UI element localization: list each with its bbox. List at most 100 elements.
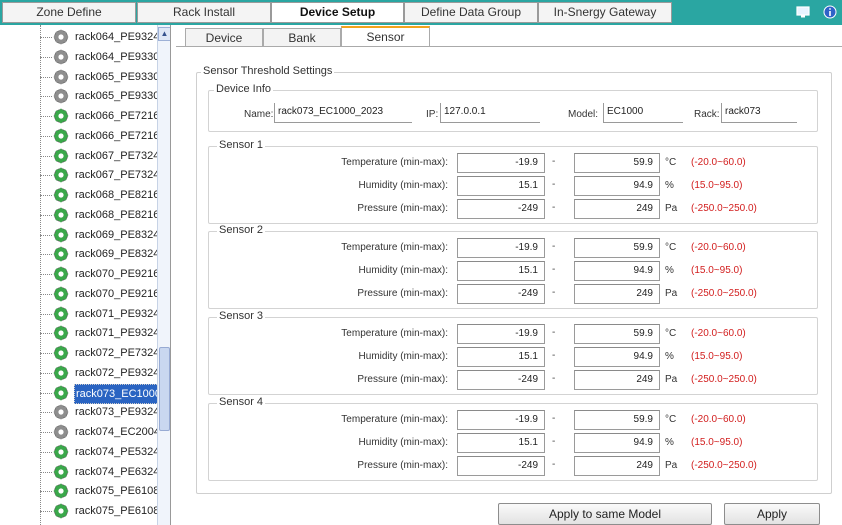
max-value-input[interactable]: 249	[574, 370, 660, 390]
max-value-input[interactable]: 59.9	[574, 238, 660, 258]
gear-device-icon	[53, 464, 69, 479]
max-value-input[interactable]: 94.9	[574, 347, 660, 367]
tree-node[interactable]: rack070_PE9216	[40, 264, 160, 284]
min-value-input[interactable]: -19.9	[457, 153, 545, 173]
tree-node-label: rack065_PE9330	[75, 90, 160, 103]
apply-to-same-model-button[interactable]: Apply to same Model	[498, 503, 712, 525]
top-menu-bar: Zone Define Rack Install Device Setup De…	[0, 0, 842, 25]
gear-device-icon	[53, 49, 69, 64]
menu-rack-install[interactable]: Rack Install	[137, 2, 271, 23]
tree-node[interactable]: rack073_EC1000	[40, 383, 164, 404]
tree-node[interactable]: rack075_PE6108	[40, 481, 160, 501]
tree-node-label: rack075_PE6108	[75, 485, 160, 498]
tree-node[interactable]: rack072_PE9324	[40, 363, 160, 383]
max-value-input[interactable]: 94.9	[574, 433, 660, 453]
tree-node[interactable]: rack074_PE5324	[40, 442, 160, 462]
tree-node[interactable]: rack070_PE9216	[40, 284, 160, 304]
max-value-input[interactable]: 249	[574, 456, 660, 476]
max-value-input[interactable]: 59.9	[574, 324, 660, 344]
tree-node-label: rack069_PE8324	[75, 228, 160, 241]
tree-node[interactable]: rack069_PE8324	[40, 225, 160, 245]
ip-field[interactable]: 127.0.0.1	[440, 103, 540, 123]
sensor-title: Sensor 1	[217, 139, 266, 151]
tree-node[interactable]: rack073_PE9324	[40, 402, 160, 422]
range-dash: -	[552, 179, 556, 190]
menu-define-data-group[interactable]: Define Data Group	[404, 2, 538, 23]
monitor-icon[interactable]	[796, 5, 810, 19]
tree-node[interactable]: rack075_PE6108	[40, 501, 160, 521]
min-value-input[interactable]: -249	[457, 199, 545, 219]
tree-branch-line	[40, 471, 52, 473]
min-value-input[interactable]: 15.1	[457, 176, 545, 196]
min-value-input[interactable]: -19.9	[457, 324, 545, 344]
gear-device-icon	[53, 89, 69, 104]
max-value-input[interactable]: 249	[574, 284, 660, 304]
tree-node-label: rack068_PE8216	[75, 208, 160, 221]
info-icon[interactable]	[823, 5, 837, 19]
tree-node[interactable]: rack067_PE7324	[40, 146, 160, 166]
min-value-input[interactable]: 15.1	[457, 433, 545, 453]
max-value-input[interactable]: 249	[574, 199, 660, 219]
unit-label: %	[665, 265, 674, 276]
unit-label: Pa	[665, 374, 678, 385]
tree-node-label: rack064_PE9324	[75, 31, 160, 43]
tree-node[interactable]: rack069_PE8324	[40, 244, 160, 264]
max-value-input[interactable]: 94.9	[574, 261, 660, 281]
gear-device-icon	[53, 365, 69, 380]
scrollbar-thumb[interactable]	[159, 347, 170, 431]
tree-node[interactable]: rack068_PE8216	[40, 205, 160, 225]
menu-in-snergy-gateway[interactable]: In-Snergy Gateway	[538, 2, 672, 23]
unit-label: °C	[665, 242, 677, 253]
tree-branch-line	[40, 254, 52, 256]
min-value-input[interactable]: -249	[457, 370, 545, 390]
model-field[interactable]: EC1000	[603, 103, 683, 123]
max-value-input[interactable]: 59.9	[574, 410, 660, 430]
threshold-settings-title: Sensor Threshold Settings	[201, 65, 335, 77]
tree-node[interactable]: rack074_PE6324	[40, 462, 160, 482]
tree-branch-line	[40, 451, 52, 453]
max-value-input[interactable]: 59.9	[574, 153, 660, 173]
tree-node[interactable]: rack071_PE9324	[40, 304, 160, 324]
gear-device-icon	[53, 405, 69, 420]
apply-button[interactable]: Apply	[724, 503, 820, 525]
allowed-range-label: (-20.0~60.0)	[691, 414, 746, 425]
min-value-input[interactable]: -249	[457, 456, 545, 476]
gear-device-icon	[53, 326, 69, 341]
tree-node[interactable]: rack066_PE7216	[40, 126, 160, 146]
menu-device-setup[interactable]: Device Setup	[271, 2, 404, 23]
tab-sensor[interactable]: Sensor	[341, 26, 430, 47]
tree-node[interactable]: rack066_PE7216	[40, 106, 160, 126]
name-field[interactable]: rack073_EC1000_2023	[274, 103, 412, 123]
max-value-input[interactable]: 94.9	[574, 176, 660, 196]
tab-device[interactable]: Device	[185, 28, 263, 47]
tree-node[interactable]: rack065_PE9330	[40, 86, 160, 106]
tree-node-label: rack067_PE7324	[75, 169, 160, 182]
sensor-row-label: Humidity (min-max):	[358, 265, 448, 276]
unit-label: %	[665, 180, 674, 191]
tree-node-label: rack072_PE7324	[75, 347, 160, 359]
tree-node[interactable]: rack064_PE9324	[40, 27, 160, 47]
allowed-range-label: (-250.0~250.0)	[691, 288, 757, 299]
tree-node[interactable]: rack068_PE8216	[40, 185, 160, 205]
tree-node[interactable]: rack071_PE9324	[40, 323, 160, 343]
tree-node[interactable]: rack074_EC2004	[40, 422, 160, 442]
tree-branch-line	[40, 76, 52, 78]
chevron-up-icon[interactable]: ▲	[158, 27, 170, 41]
range-dash: -	[552, 436, 556, 447]
min-value-input[interactable]: -19.9	[457, 410, 545, 430]
range-dash: -	[552, 373, 556, 384]
min-value-input[interactable]: 15.1	[457, 347, 545, 367]
tree-branch-line	[40, 491, 52, 493]
min-value-input[interactable]: -19.9	[457, 238, 545, 258]
tree-node[interactable]: rack067_PE7324	[40, 165, 160, 185]
min-value-input[interactable]: 15.1	[457, 261, 545, 281]
tree-node[interactable]: rack072_PE7324	[40, 343, 160, 363]
tab-bank[interactable]: Bank	[263, 28, 341, 47]
rack-field[interactable]: rack073	[721, 103, 797, 123]
tree-node[interactable]: rack065_PE9330	[40, 67, 160, 87]
tree-node[interactable]: rack064_PE9330	[40, 47, 160, 67]
allowed-range-label: (15.0~95.0)	[691, 351, 743, 362]
min-value-input[interactable]: -249	[457, 284, 545, 304]
menu-zone-define[interactable]: Zone Define	[2, 2, 136, 23]
tree-scrollbar[interactable]: ▲	[157, 25, 170, 525]
